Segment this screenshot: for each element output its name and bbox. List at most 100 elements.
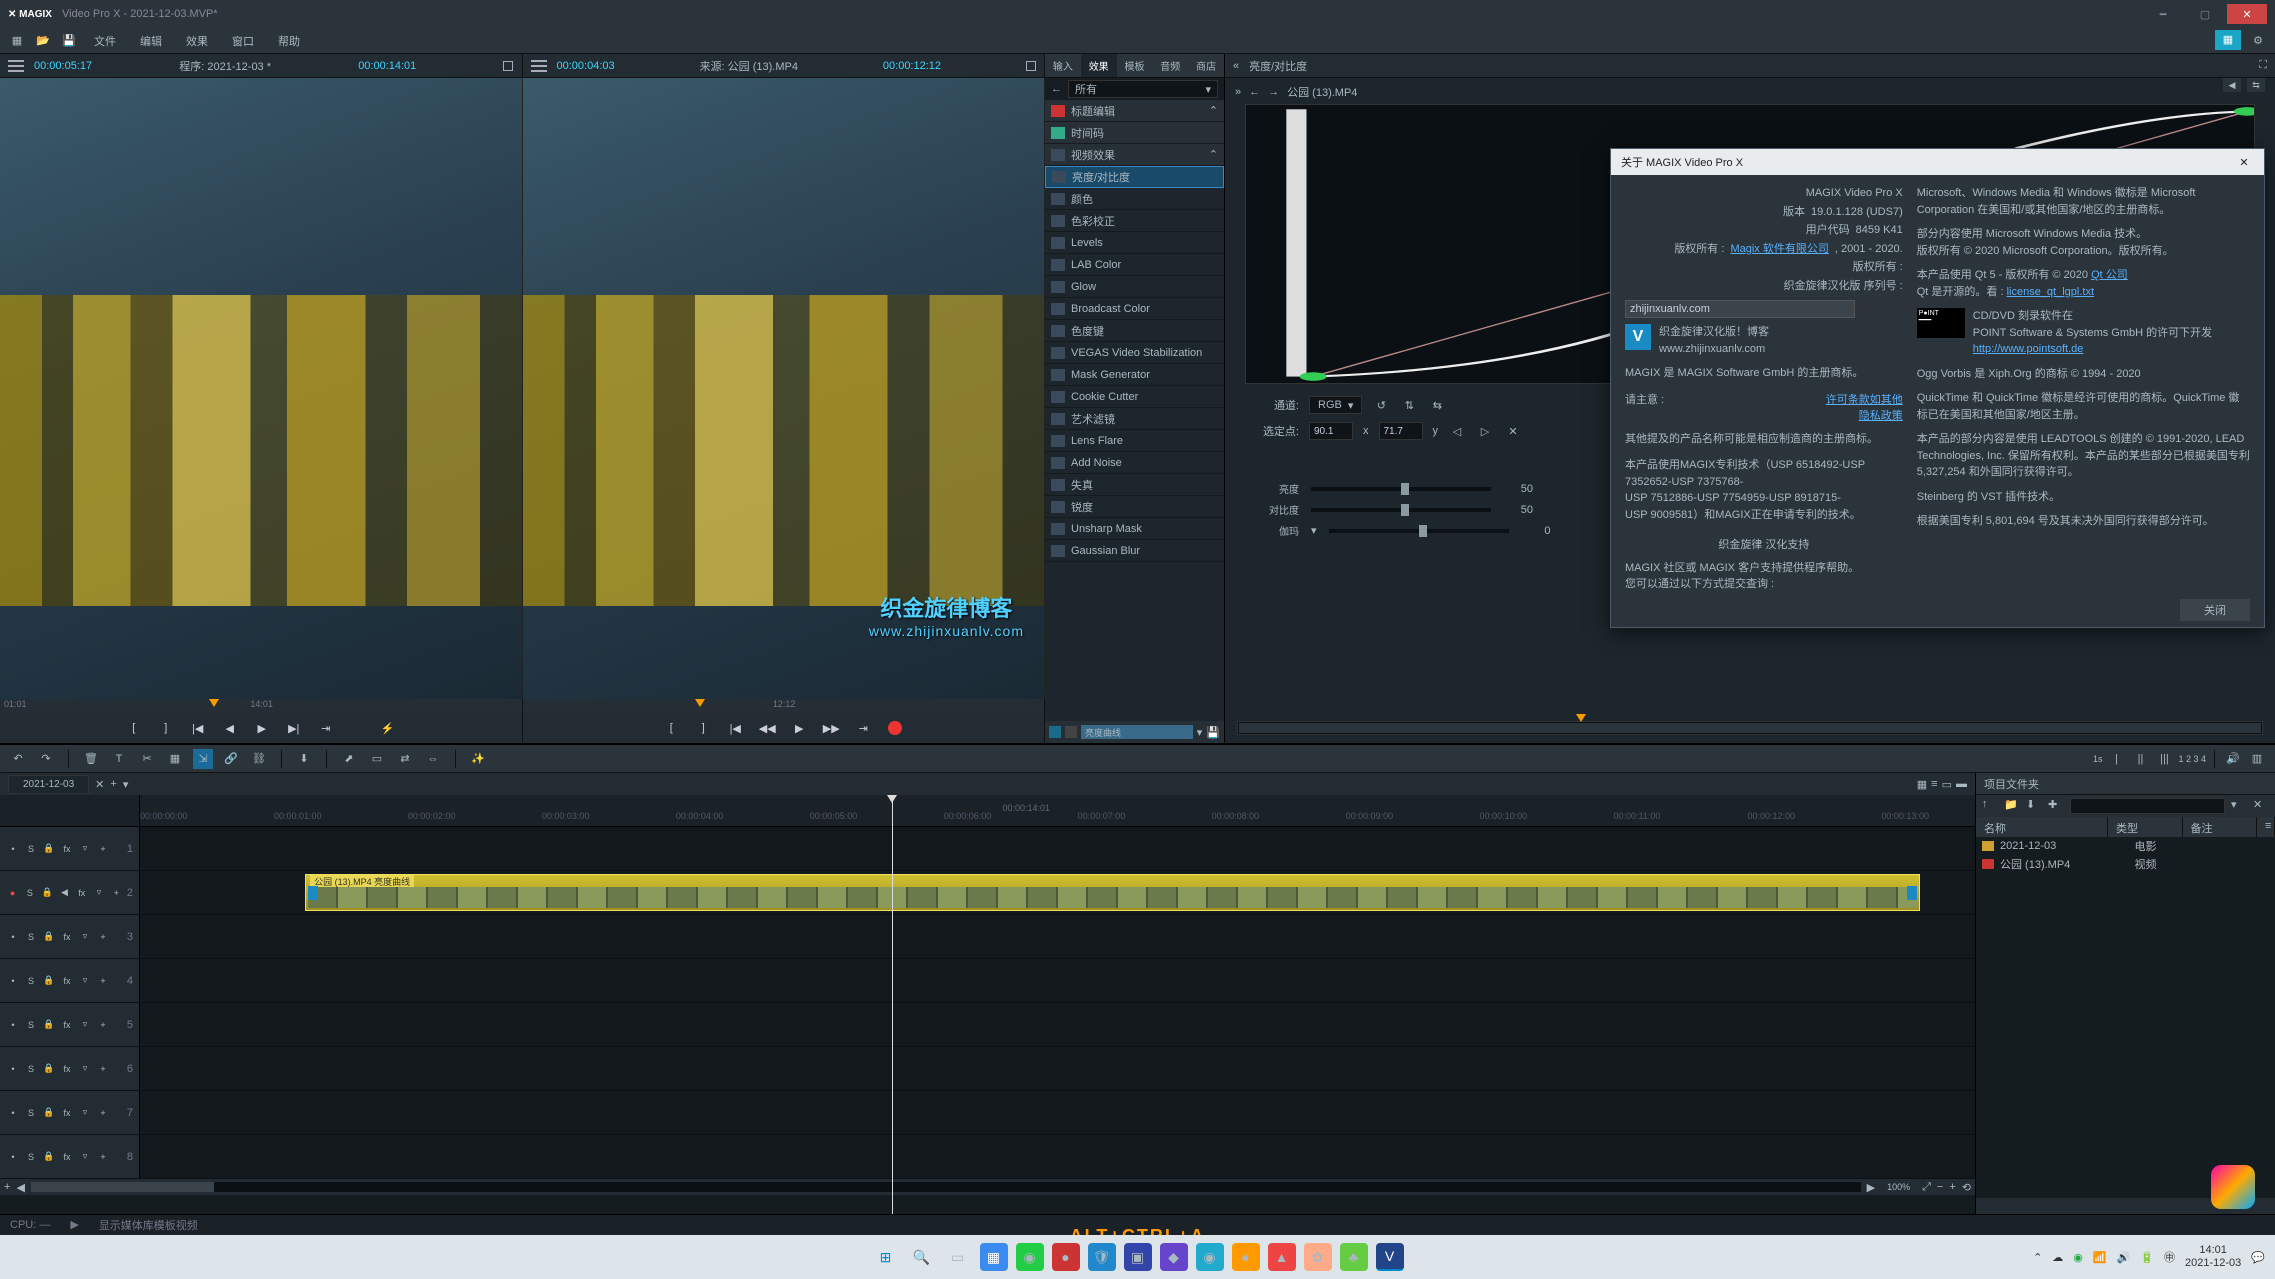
tray-battery-icon[interactable]: 🔋 <box>2140 1251 2154 1264</box>
fx-mask-generator[interactable]: Mask Generator <box>1045 364 1224 386</box>
fx-sharpen[interactable]: 锐度 <box>1045 496 1224 518</box>
fx-lens-flare[interactable]: Lens Flare <box>1045 430 1224 452</box>
browser-filter-select[interactable]: 所有▾ <box>1068 80 1218 98</box>
prev-frame-icon[interactable]: ◀ <box>221 719 239 737</box>
timeline-ruler[interactable]: 00:00:14:01 00:00:00:00 00:00:01:00 00:0… <box>0 795 1975 827</box>
tray-clock[interactable]: 14:012021-12-03 <box>2185 1244 2241 1270</box>
mute-icon[interactable]: 🔊 <box>2223 749 2243 769</box>
point-delete-icon[interactable]: ✕ <box>1504 422 1522 440</box>
track-2-body[interactable]: 公园 (13).MP4 亮度曲线 <box>140 871 1975 914</box>
export-icon[interactable]: ⚡ <box>379 719 397 737</box>
fx-preset-compare-icon[interactable]: ⇆ <box>2247 78 2265 92</box>
preset-checkbox[interactable] <box>1049 726 1061 738</box>
contrast-value[interactable]: 50 <box>1503 504 1533 516</box>
program-menu-icon[interactable] <box>8 60 24 72</box>
layout-button[interactable]: ▦ <box>2215 30 2241 50</box>
goto-start-icon[interactable]: |◀ <box>189 719 207 737</box>
category-timecode[interactable]: 时间码 <box>1045 122 1224 144</box>
instagram-widget-icon[interactable] <box>2211 1165 2255 1209</box>
zoom-out-icon[interactable]: − <box>1937 1181 1943 1193</box>
open-icon[interactable]: 📂 <box>32 30 54 52</box>
taskbar-edge-icon[interactable]: ◉ <box>1196 1243 1224 1271</box>
track-vol-icon[interactable]: ▿ <box>78 842 92 856</box>
timeline-tab[interactable]: 2021-12-03 <box>8 775 89 794</box>
program-playhead-icon[interactable] <box>209 699 219 707</box>
browser-back-icon[interactable]: ← <box>1051 83 1062 95</box>
source-max-icon[interactable] <box>1026 61 1036 71</box>
taskbar-app-6[interactable]: ◆ <box>1160 1243 1188 1271</box>
fx-lab-color[interactable]: LAB Color <box>1045 254 1224 276</box>
tray-ime-icon[interactable]: ㊥ <box>2164 1249 2175 1265</box>
timeline-add-track-icon[interactable]: + <box>4 1181 10 1193</box>
fx-broadcast-color[interactable]: Broadcast Color <box>1045 298 1224 320</box>
license-terms-link[interactable]: 许可条款如其他 <box>1826 392 1903 409</box>
monitor-scrubber[interactable]: 01:01 14:01 12:12 <box>0 699 1045 713</box>
pointsoft-link[interactable]: http://www.pointsoft.de <box>1973 341 2212 358</box>
view-grid-icon[interactable]: ▦ <box>1917 778 1927 791</box>
proj-import-icon[interactable]: ⬇ <box>2026 798 2042 814</box>
taskbar-app-10[interactable]: ♣ <box>1340 1243 1368 1271</box>
select-tool-icon[interactable]: ▭ <box>367 749 387 769</box>
brightness-value[interactable]: 50 <box>1503 483 1533 495</box>
tray-notifications-icon[interactable]: 💬 <box>2251 1251 2265 1264</box>
point-prev-icon[interactable]: ◁ <box>1448 422 1466 440</box>
fx-back-icon[interactable]: ← <box>1249 86 1260 98</box>
fx-brightness-contrast[interactable]: 亮度/对比度 <box>1045 166 1224 188</box>
project-row-clip[interactable]: 公园 (13).MP4视频 <box>1976 855 2275 873</box>
category-videofx[interactable]: 视频效果⌃ <box>1045 144 1224 166</box>
category-title[interactable]: 标题编辑⌃ <box>1045 100 1224 122</box>
taskbar-videoprox-icon[interactable]: V <box>1376 1243 1404 1271</box>
stretch-tool-icon[interactable]: ⇔ <box>423 749 443 769</box>
col-menu-icon[interactable]: ≡ <box>2257 817 2275 837</box>
fx-fwd-icon[interactable]: → <box>1268 86 1279 98</box>
point-next-icon[interactable]: ▷ <box>1476 422 1494 440</box>
program-max-icon[interactable] <box>503 61 513 71</box>
col-notes[interactable]: 备注 <box>2183 817 2258 837</box>
menu-effects[interactable]: 效果 <box>176 29 218 53</box>
tab-audio[interactable]: 音频 <box>1152 54 1188 77</box>
fx-unsharp-mask[interactable]: Unsharp Mask <box>1045 518 1224 540</box>
tray-volume-icon[interactable]: 🔊 <box>2117 1251 2131 1264</box>
src-mark-out-icon[interactable]: ] <box>694 719 712 737</box>
tab-add-icon[interactable]: + <box>110 778 116 790</box>
menu-edit[interactable]: 编辑 <box>130 29 172 53</box>
title-tool-icon[interactable]: T <box>109 749 129 769</box>
channel-select[interactable]: RGB ▾ <box>1309 396 1362 414</box>
preset-checkbox-2[interactable] <box>1065 726 1077 738</box>
tab-store[interactable]: 商店 <box>1188 54 1224 77</box>
track-rec-icon[interactable]: ● <box>6 886 19 900</box>
next-frame-icon[interactable]: ▶| <box>285 719 303 737</box>
mixer-icon[interactable]: ▥ <box>2247 749 2267 769</box>
clip-handle-left[interactable] <box>308 886 318 900</box>
source-tc-in[interactable]: 00:00:04:03 <box>557 60 615 72</box>
undo-icon[interactable]: ↶ <box>8 749 28 769</box>
source-menu-icon[interactable] <box>531 60 547 72</box>
track-solo-icon[interactable]: S <box>24 842 38 856</box>
proj-up-icon[interactable]: ↑ <box>1982 798 1998 814</box>
curve-compare-icon[interactable]: ⇆ <box>1428 396 1446 414</box>
point-y-input[interactable] <box>1379 422 1423 440</box>
curve-reset-icon[interactable]: ↺ <box>1372 396 1390 414</box>
gamma-value[interactable]: 0 <box>1521 525 1551 537</box>
settings-icon[interactable]: ⚙ <box>2247 30 2269 52</box>
src-mark-in-icon[interactable]: [ <box>662 719 680 737</box>
zoom-in-icon[interactable]: + <box>1949 1181 1955 1193</box>
fx-keyframe-scrubber[interactable] <box>1237 721 2263 735</box>
taskbar-app-4[interactable]: 🛡 <box>1088 1243 1116 1271</box>
track-1-body[interactable] <box>140 827 1975 870</box>
fx-chroma-key[interactable]: 色度键 <box>1045 320 1224 342</box>
zoom-reset-icon[interactable]: ⟲ <box>1962 1181 1971 1194</box>
taskbar-app-9[interactable]: ✿ <box>1304 1243 1332 1271</box>
save-icon[interactable]: 💾 <box>58 30 80 52</box>
program-monitor[interactable] <box>0 78 523 699</box>
link-icon[interactable]: 🔗 <box>221 749 241 769</box>
taskbar-app-5[interactable]: ▣ <box>1124 1243 1152 1271</box>
menu-help[interactable]: 帮助 <box>268 29 310 53</box>
preset-save-icon[interactable]: 💾 <box>1206 726 1220 739</box>
record-button[interactable] <box>886 719 904 737</box>
playhead[interactable] <box>892 795 893 1214</box>
tab-template[interactable]: 模板 <box>1117 54 1153 77</box>
proj-new-icon[interactable]: ✚ <box>2048 798 2064 814</box>
menu-window[interactable]: 窗口 <box>222 29 264 53</box>
project-row-folder[interactable]: 2021-12-03电影 <box>1976 837 2275 855</box>
